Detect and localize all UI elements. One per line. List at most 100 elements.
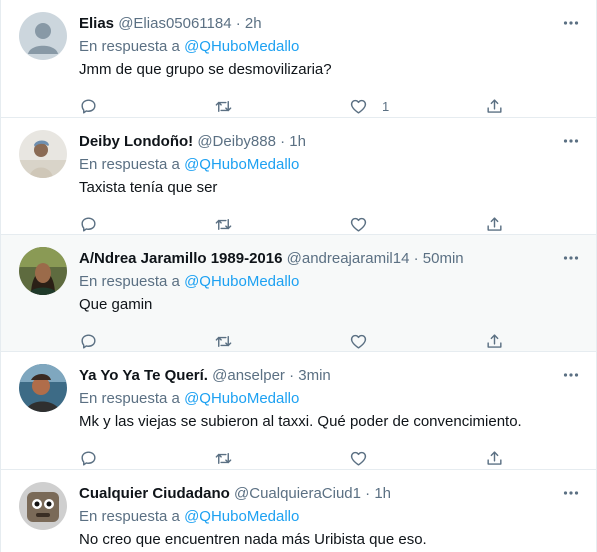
reply-prefix: En respuesta a	[79, 390, 180, 407]
display-name[interactable]: Elias	[79, 15, 114, 32]
reply-button[interactable]	[79, 448, 98, 468]
share-icon	[487, 333, 502, 348]
reply-context: En respuesta a @QHuboMedallo	[79, 389, 299, 409]
reply-context: En respuesta a @QHuboMedallo	[79, 272, 299, 292]
like-button[interactable]	[349, 331, 382, 351]
tweet-text: Que gamin	[79, 296, 153, 313]
separator: ·	[365, 485, 371, 502]
reply-icon	[81, 216, 96, 232]
mention-link[interactable]: @QHuboMedallo	[184, 273, 299, 290]
tweet-actions	[79, 331, 509, 351]
timestamp[interactable]: 2h	[245, 15, 262, 32]
avatar-default[interactable]	[19, 12, 67, 60]
tweet-text: Taxista tenía que ser	[79, 179, 218, 196]
share-icon	[487, 216, 502, 231]
more-horizontal-icon	[563, 491, 579, 495]
display-name[interactable]: A/Ndrea Jaramillo 1989-2016	[79, 250, 282, 267]
reply-prefix: En respuesta a	[79, 273, 180, 290]
more-options-button[interactable]	[560, 482, 582, 504]
tweet-header: A/Ndrea Jaramillo 1989-2016 @andreajaram…	[79, 249, 464, 269]
reply-button[interactable]	[79, 214, 98, 234]
avatar-photo[interactable]	[19, 130, 67, 178]
handle[interactable]: @Deiby888	[197, 133, 276, 150]
separator: ·	[235, 15, 241, 32]
retweet-button[interactable]	[214, 331, 233, 351]
more-horizontal-icon	[563, 139, 579, 143]
share-button[interactable]	[485, 96, 504, 116]
avatar-photo[interactable]	[19, 482, 67, 530]
mention-link[interactable]: @QHuboMedallo	[184, 508, 299, 525]
retweet-icon	[215, 100, 232, 112]
heart-icon	[350, 451, 367, 466]
display-name[interactable]: Deiby Londoño!	[79, 133, 193, 150]
avatar-photo[interactable]	[19, 247, 67, 295]
tweet[interactable]: Ya Yo Ya Te Querí. @anselper · 3min En r…	[1, 352, 596, 470]
handle[interactable]: @andreajaramil14	[287, 250, 410, 267]
reply-button[interactable]	[79, 96, 98, 116]
retweet-button[interactable]	[214, 214, 233, 234]
heart-icon	[350, 99, 367, 114]
retweet-icon	[215, 335, 232, 347]
separator: ·	[289, 367, 295, 384]
like-button[interactable]	[349, 214, 382, 234]
reply-button[interactable]	[79, 331, 98, 351]
timestamp[interactable]: 1h	[289, 133, 306, 150]
avatar-photo[interactable]	[19, 364, 67, 412]
tweet[interactable]: Elias @Elias05061184 · 2h En respuesta a…	[1, 0, 596, 118]
share-button[interactable]	[485, 331, 504, 351]
replies-feed: Elias @Elias05061184 · 2h En respuesta a…	[0, 0, 597, 552]
share-icon	[487, 98, 502, 113]
reply-icon	[81, 333, 96, 349]
tweet-header: Cualquier Ciudadano @CualquieraCiud1 · 1…	[79, 484, 391, 504]
tweet-text: No creo que encuentren nada más Uribista…	[79, 531, 427, 548]
mention-link[interactable]: @QHuboMedallo	[184, 156, 299, 173]
more-options-button[interactable]	[560, 130, 582, 152]
reply-icon	[81, 98, 96, 114]
tweet-text: Mk y las viejas se subieron al taxxi. Qu…	[79, 413, 522, 430]
reply-prefix: En respuesta a	[79, 156, 180, 173]
handle[interactable]: @Elias05061184	[118, 15, 231, 32]
retweet-icon	[215, 452, 232, 464]
timestamp[interactable]: 50min	[423, 250, 464, 267]
reply-prefix: En respuesta a	[79, 508, 180, 525]
display-name[interactable]: Ya Yo Ya Te Querí.	[79, 367, 208, 384]
tweet-header: Elias @Elias05061184 · 2h	[79, 14, 262, 34]
tweet-actions: 1	[79, 96, 509, 116]
handle[interactable]: @CualquieraCiud1	[234, 485, 361, 502]
tweet[interactable]: Cualquier Ciudadano @CualquieraCiud1 · 1…	[1, 470, 596, 552]
like-button[interactable]: 1	[349, 96, 389, 116]
tweet[interactable]: A/Ndrea Jaramillo 1989-2016 @andreajaram…	[1, 235, 596, 352]
like-count: 1	[382, 98, 390, 114]
retweet-icon	[215, 218, 232, 230]
like-button[interactable]	[349, 448, 382, 468]
timestamp[interactable]: 3min	[298, 367, 331, 384]
tweet-actions	[79, 448, 509, 468]
retweet-button[interactable]	[214, 96, 233, 116]
tweet-actions	[79, 214, 509, 234]
reply-context: En respuesta a @QHuboMedallo	[79, 155, 299, 175]
tweet-header: Deiby Londoño! @Deiby888 · 1h	[79, 132, 306, 152]
reply-prefix: En respuesta a	[79, 38, 180, 55]
share-button[interactable]	[485, 214, 504, 234]
separator: ·	[280, 133, 286, 150]
share-icon	[487, 450, 502, 465]
tweet[interactable]: Deiby Londoño! @Deiby888 · 1h En respues…	[1, 118, 596, 235]
more-horizontal-icon	[563, 373, 579, 377]
mention-link[interactable]: @QHuboMedallo	[184, 390, 299, 407]
share-button[interactable]	[485, 448, 504, 468]
mention-link[interactable]: @QHuboMedallo	[184, 38, 299, 55]
reply-icon	[81, 450, 96, 466]
heart-icon	[350, 334, 367, 349]
more-horizontal-icon	[563, 256, 579, 260]
more-options-button[interactable]	[560, 12, 582, 34]
tweet-header: Ya Yo Ya Te Querí. @anselper · 3min	[79, 366, 331, 386]
display-name[interactable]: Cualquier Ciudadano	[79, 485, 230, 502]
more-options-button[interactable]	[560, 364, 582, 386]
more-options-button[interactable]	[560, 247, 582, 269]
retweet-button[interactable]	[214, 448, 233, 468]
handle[interactable]: @anselper	[212, 367, 285, 384]
heart-icon	[350, 217, 367, 232]
more-horizontal-icon	[563, 21, 579, 25]
reply-context: En respuesta a @QHuboMedallo	[79, 507, 299, 527]
timestamp[interactable]: 1h	[374, 485, 391, 502]
